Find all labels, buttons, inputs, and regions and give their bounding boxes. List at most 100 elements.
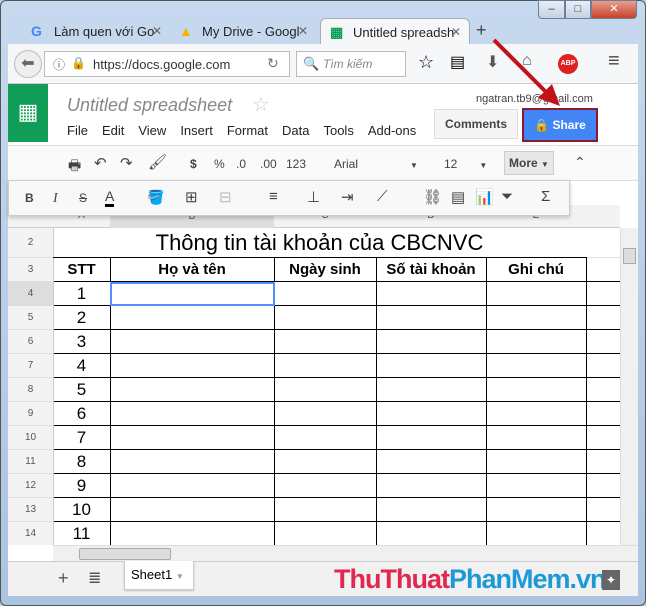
menu-data[interactable]: Data [282,123,309,138]
row-header[interactable]: 4 [8,282,53,306]
stt-cell[interactable]: 2 [53,308,110,328]
chart-icon[interactable]: 📊 [475,188,494,206]
info-icon[interactable]: ⓘ [53,56,65,73]
percent-button[interactable]: % [214,157,225,171]
row-header[interactable]: 12 [8,474,53,498]
sheet-tab-label: Sheet1 [131,567,173,582]
more-formats-button[interactable]: 123 [286,157,306,171]
tab-google[interactable]: G Làm quen với Go ✕ [22,18,170,45]
stt-cell[interactable]: 8 [53,452,110,472]
print-icon[interactable]: 🖶 [68,155,81,179]
header-cell[interactable]: Số tài khoản [376,261,486,278]
url-bar[interactable]: ⓘ 🔒 https://docs.google.com ↻ [44,51,290,77]
font-select[interactable]: Arial ▼ [334,157,418,171]
star-icon[interactable]: ☆ [252,92,270,117]
minimize-button[interactable]: – [538,0,565,19]
increase-decimal-button[interactable]: .00 [260,157,277,171]
menu-view[interactable]: View [138,123,166,138]
text-wrap-icon[interactable]: ⇥ [341,188,354,206]
vertical-align-icon[interactable]: ⊥ [307,188,320,206]
stt-cell[interactable]: 9 [53,476,110,496]
reload-icon[interactable]: ↻ [267,55,279,72]
more-button[interactable]: More ▼ [504,151,554,175]
text-rotation-icon[interactable]: ⟋ [377,188,388,205]
stt-cell[interactable]: 10 [53,500,110,520]
text-color-button[interactable]: A [105,188,115,207]
title-cell[interactable]: Thông tin tài khoản của CBCNVC [53,230,586,256]
maximize-button[interactable]: □ [565,0,591,19]
row-header[interactable]: 13 [8,498,53,522]
comment-icon[interactable]: ▤ [451,188,465,206]
scroll-thumb[interactable] [623,248,636,264]
redo-icon[interactable]: ↷ [120,154,133,172]
menu-file[interactable]: File [67,123,88,138]
menu-edit[interactable]: Edit [102,123,124,138]
sheets-logo-icon[interactable]: ▦ [8,84,48,142]
paint-format-icon[interactable]: 🖌 [148,153,167,171]
stt-cell[interactable]: 3 [53,332,110,352]
bold-button[interactable]: B [25,191,34,205]
close-tab-icon[interactable]: ✕ [451,19,461,44]
menu-icon[interactable]: ≡ [608,50,620,73]
scroll-thumb[interactable] [79,548,171,560]
font-size-select[interactable]: 12 ▼ [444,157,487,171]
row-header[interactable]: 3 [8,258,53,282]
header-cell[interactable]: Ghi chú [486,261,586,278]
functions-button[interactable]: Σ [541,188,550,205]
tab-drive[interactable]: ▲ My Drive - Googl ✕ [170,18,316,45]
link-icon[interactable]: ⛓ [423,188,442,206]
stt-cell[interactable]: 1 [53,284,110,304]
sheet-tab-sheet1[interactable]: Sheet1 ▼ [124,561,194,590]
stt-cell[interactable]: 11 [53,524,110,544]
all-sheets-icon[interactable]: ≣ [88,568,101,588]
undo-icon[interactable]: ↶ [94,154,107,172]
close-window-button[interactable]: ✕ [591,0,637,19]
borders-icon[interactable]: ⊞ [185,188,198,206]
selected-cell-b4[interactable] [110,282,275,306]
url-text[interactable]: https://docs.google.com [93,57,230,72]
header-cell[interactable]: Ngày sinh [274,261,376,278]
row-header[interactable]: 9 [8,402,53,426]
strikethrough-button[interactable]: S [79,191,87,205]
stt-cell[interactable]: 4 [53,356,110,376]
align-left-icon[interactable]: ≡ [269,188,278,205]
merge-cells-icon[interactable]: ⊟ [219,188,232,206]
decrease-decimal-button[interactable]: .0 [236,157,246,171]
row-header[interactable]: 14 [8,522,53,545]
horizontal-scrollbar[interactable] [53,545,638,561]
back-button[interactable]: ⬅ [14,50,42,78]
fill-color-icon[interactable]: 🪣 [147,189,164,206]
stt-cell[interactable]: 7 [53,428,110,448]
italic-button[interactable]: I [53,191,58,207]
row-header[interactable]: 7 [8,354,53,378]
explore-icon[interactable]: ✦ [602,570,620,590]
menu-tools[interactable]: Tools [323,123,353,138]
row-header[interactable]: 2 [8,228,53,258]
add-sheet-button[interactable]: + [58,568,69,589]
header-cell[interactable]: Họ và tên [110,261,274,278]
vertical-scrollbar[interactable] [620,228,638,545]
currency-button[interactable]: $ [190,157,197,171]
row-header[interactable]: 8 [8,378,53,402]
menu-addons[interactable]: Add-ons [368,123,416,138]
header-cell[interactable]: STT [53,261,110,278]
cell-grid[interactable]: 2 Thông tin tài khoản của CBCNVC 3 STT Họ và… [8,228,620,545]
stt-cell[interactable]: 5 [53,380,110,400]
filter-icon[interactable]: ⏷ [501,188,513,205]
document-title[interactable]: Untitled spreadsheet [67,95,232,116]
close-tab-icon[interactable]: ✕ [298,18,308,45]
collapse-icon[interactable]: ⌃ [574,154,586,171]
menu-insert[interactable]: Insert [180,123,213,138]
close-tab-icon[interactable]: ✕ [152,18,162,45]
search-input[interactable]: 🔍 Tìm kiếm [296,51,406,77]
stt-cell[interactable]: 6 [53,404,110,424]
row-header[interactable]: 5 [8,306,53,330]
reading-list-icon[interactable]: ▤ [450,52,465,72]
new-tab-button[interactable]: + [476,20,487,41]
tab-sheets-active[interactable]: ▦ Untitled spreadsh ✕ [320,18,470,45]
row-header[interactable]: 11 [8,450,53,474]
bookmark-star-icon[interactable]: ☆ [418,52,434,73]
row-header[interactable]: 10 [8,426,53,450]
row-header[interactable]: 6 [8,330,53,354]
menu-format[interactable]: Format [227,123,268,138]
